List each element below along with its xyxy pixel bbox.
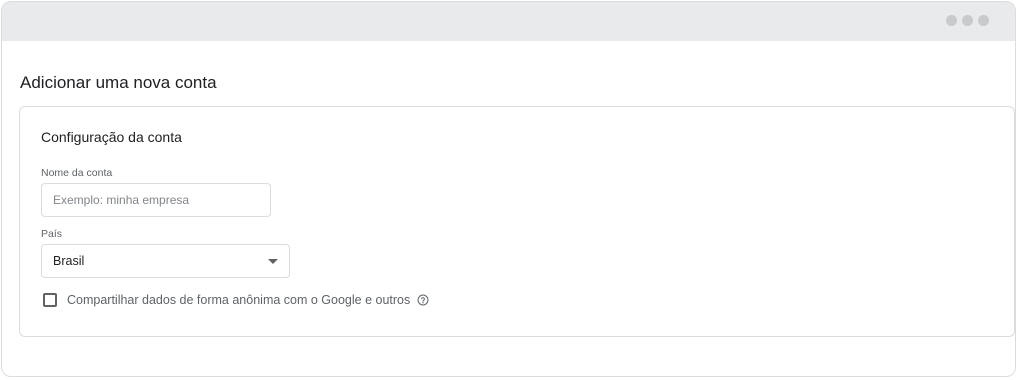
share-data-checkbox[interactable]	[43, 293, 57, 307]
help-circle-icon[interactable]	[417, 294, 429, 306]
share-data-label: Compartilhar dados de forma anônima com …	[67, 293, 411, 307]
country-label: País	[41, 228, 63, 240]
window-titlebar	[2, 2, 1015, 41]
window-controls	[946, 15, 989, 26]
window-dot-icon	[946, 15, 957, 26]
card-title: Configuração da conta	[41, 129, 182, 145]
account-name-input[interactable]	[41, 183, 271, 217]
account-setup-card: Configuração da conta Nome da conta País…	[19, 106, 1015, 337]
caret-down-icon	[268, 258, 278, 264]
page-title: Adicionar uma nova conta	[20, 73, 217, 92]
account-name-label: Nome da conta	[41, 167, 113, 179]
window-dot-icon	[978, 15, 989, 26]
share-data-row: Compartilhar dados de forma anônima com …	[43, 293, 429, 307]
country-selected-value: Brasil	[53, 254, 85, 268]
browser-window: Adicionar uma nova conta Configuração da…	[1, 1, 1016, 377]
country-select[interactable]: Brasil	[41, 244, 290, 278]
window-dot-icon	[962, 15, 973, 26]
